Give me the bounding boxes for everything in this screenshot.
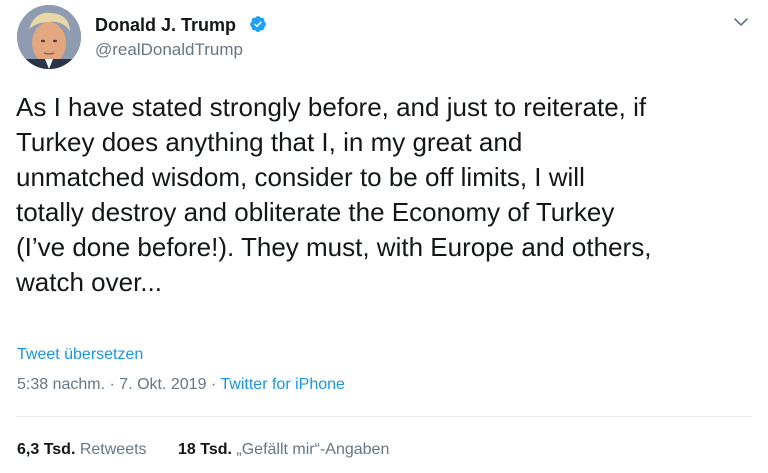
tweet-time[interactable]: 5:38 nachm. <box>17 376 105 393</box>
tweet-source-link[interactable]: Twitter for iPhone <box>220 376 345 393</box>
meta-separator: · <box>210 376 217 393</box>
avatar[interactable] <box>17 5 81 69</box>
tweet-text-line: totally destroy and obliterate the Econo… <box>16 197 615 227</box>
retweets-label: Retweets <box>79 441 147 458</box>
likes-count: 18 Tsd. <box>178 441 232 458</box>
tweet-stats: 6,3 Tsd. Retweets 18 Tsd. „Gefällt mir“-… <box>17 440 389 460</box>
tweet-text: As I have stated strongly before, and ju… <box>16 90 756 300</box>
translate-tweet-link[interactable]: Tweet übersetzen <box>17 345 143 365</box>
avatar-image <box>17 5 81 69</box>
retweets-count: 6,3 Tsd. <box>17 441 76 458</box>
author-handle[interactable]: @realDonaldTrump <box>95 40 243 60</box>
tweet-text-line: (I’ve done before!). They must, with Eur… <box>16 232 652 262</box>
tweet-text-line: As I have stated strongly before, and ju… <box>16 92 647 122</box>
likes-stat[interactable]: 18 Tsd. „Gefällt mir“-Angaben <box>178 440 389 460</box>
likes-label: „Gefällt mir“-Angaben <box>236 441 390 458</box>
tweet-text-line: Turkey does anything that I, in my great… <box>16 127 523 157</box>
meta-separator: · <box>109 376 115 393</box>
tweet-text-line: watch over... <box>16 267 162 297</box>
tweet-date[interactable]: 7. Okt. 2019 <box>119 376 206 393</box>
author-display-name[interactable]: Donald J. Trump <box>95 14 236 36</box>
tweet-text-line: unmatched wisdom, consider to be off lim… <box>16 162 585 192</box>
tweet-metadata: 5:38 nachm. · 7. Okt. 2019 · Twitter for… <box>17 375 345 395</box>
tweet-card: Donald J. Trump @realDonaldTrump As I ha… <box>0 0 768 473</box>
divider <box>16 416 752 417</box>
verified-badge-icon <box>250 16 266 32</box>
retweets-stat[interactable]: 6,3 Tsd. Retweets <box>17 440 147 460</box>
chevron-down-icon[interactable] <box>733 14 749 30</box>
